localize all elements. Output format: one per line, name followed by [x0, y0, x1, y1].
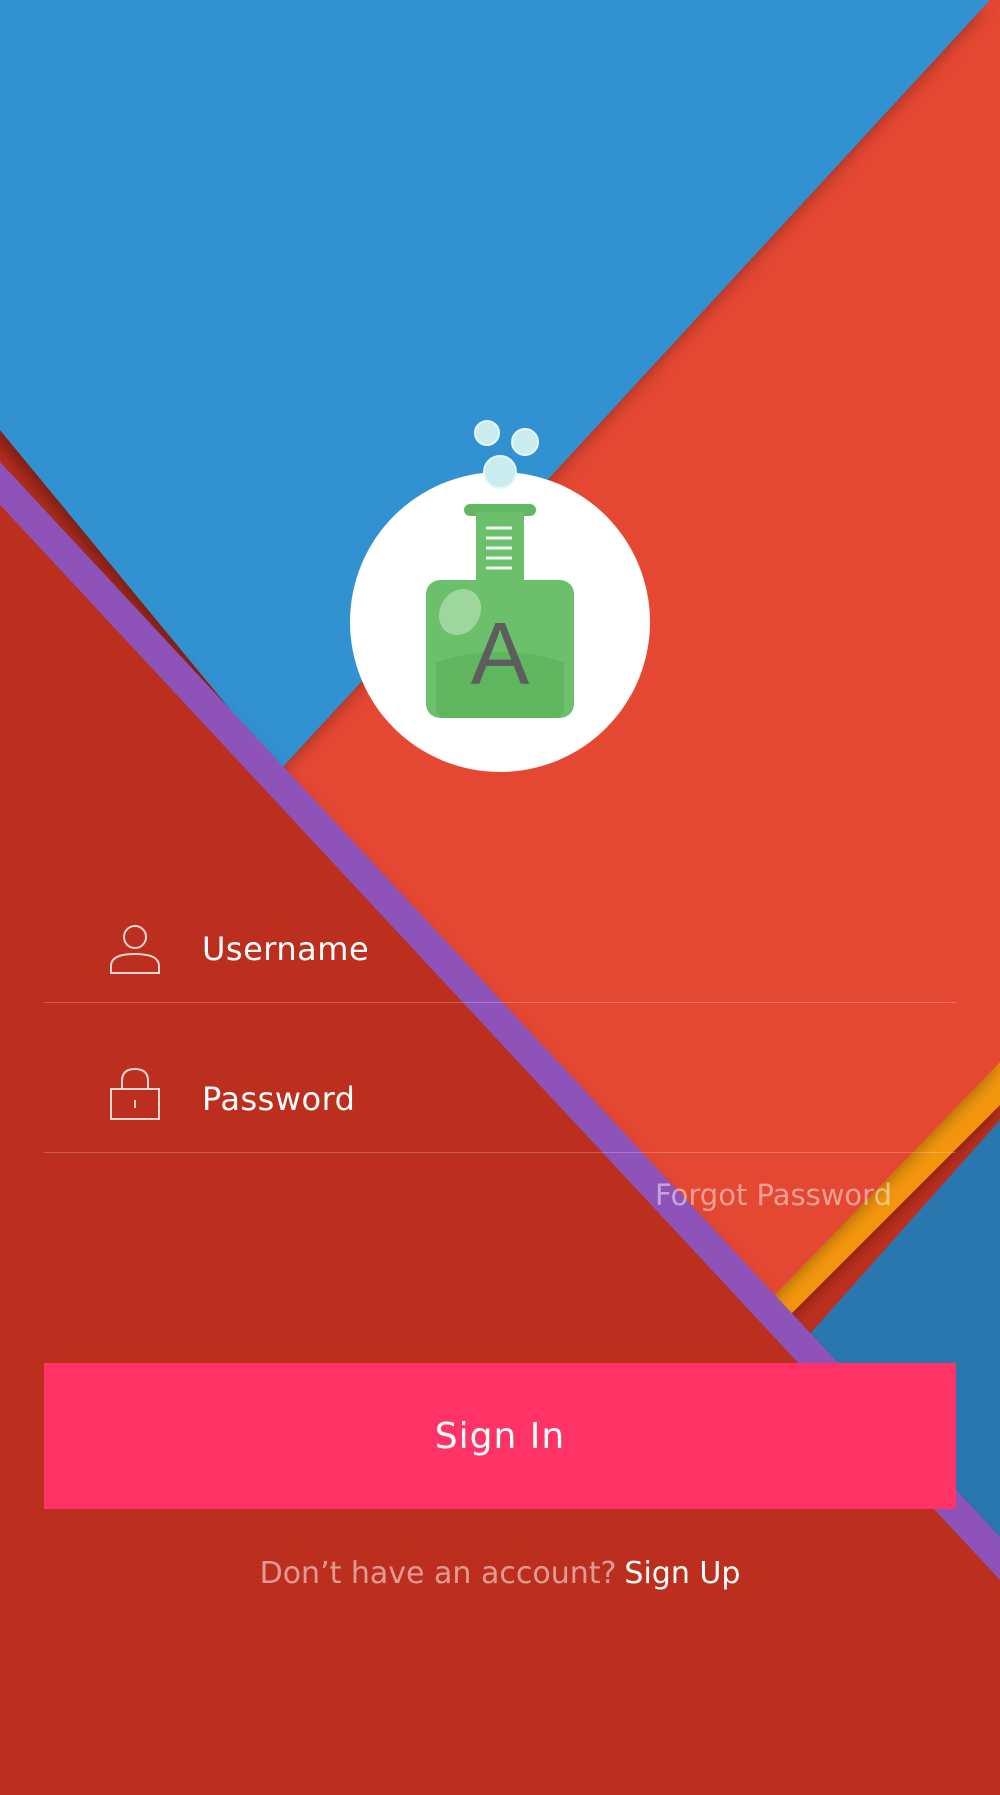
app-logo: A	[350, 472, 650, 772]
lock-icon	[110, 1067, 160, 1120]
login-screen: A Username Password Forgot Password Sign…	[0, 0, 1000, 1795]
bubble-icon	[483, 455, 517, 489]
password-label: Password	[202, 1080, 356, 1118]
bubble-icon	[511, 428, 539, 456]
user-icon	[110, 925, 160, 974]
sign-up-link[interactable]: Sign Up	[624, 1556, 740, 1591]
logo-letter: A	[470, 604, 530, 703]
signup-row: Don’t have an account? Sign Up	[0, 1556, 1000, 1591]
sign-in-button[interactable]: Sign In	[44, 1363, 956, 1509]
username-label: Username	[202, 930, 370, 968]
username-field[interactable]: Username	[44, 862, 956, 1003]
bubble-icon	[474, 420, 500, 446]
password-field[interactable]: Password	[44, 1012, 956, 1153]
signup-prompt: Don’t have an account?	[259, 1556, 617, 1591]
forgot-password-link[interactable]: Forgot Password	[560, 1178, 892, 1212]
